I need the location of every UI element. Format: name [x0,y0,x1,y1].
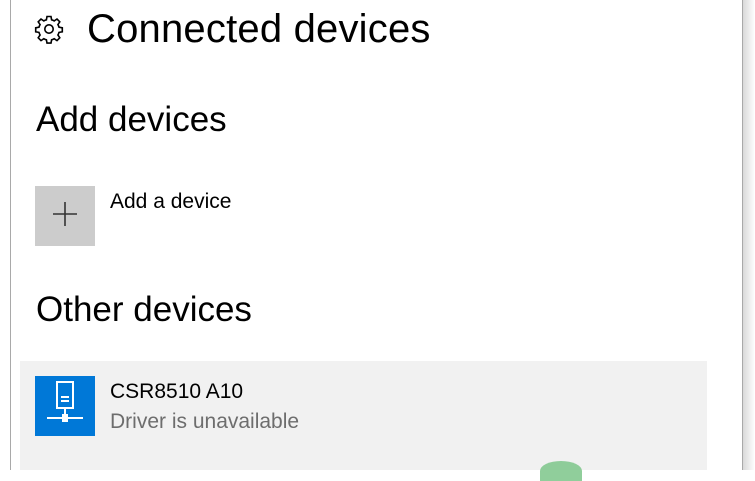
cursor-blob [540,461,582,481]
add-device-label: Add a device [110,190,232,213]
add-device-tile[interactable] [35,186,95,246]
device-tile [35,376,95,436]
add-device-button[interactable]: Add a device [35,186,231,246]
window-shadow [743,0,755,470]
add-devices-heading: Add devices [36,100,227,139]
device-list-item[interactable]: CSR8510 A10 Driver is unavailable [20,361,707,470]
other-devices-heading: Other devices [36,290,252,329]
page-title: Connected devices [87,6,431,51]
device-name: CSR8510 A10 [110,380,244,403]
usb-device-icon [45,380,85,433]
settings-window: Connected devices Add devices Add a devi… [10,0,743,470]
page-header: Connected devices [33,6,431,52]
device-status: Driver is unavailable [110,410,300,433]
gear-icon [33,13,65,45]
plus-icon [52,201,78,232]
